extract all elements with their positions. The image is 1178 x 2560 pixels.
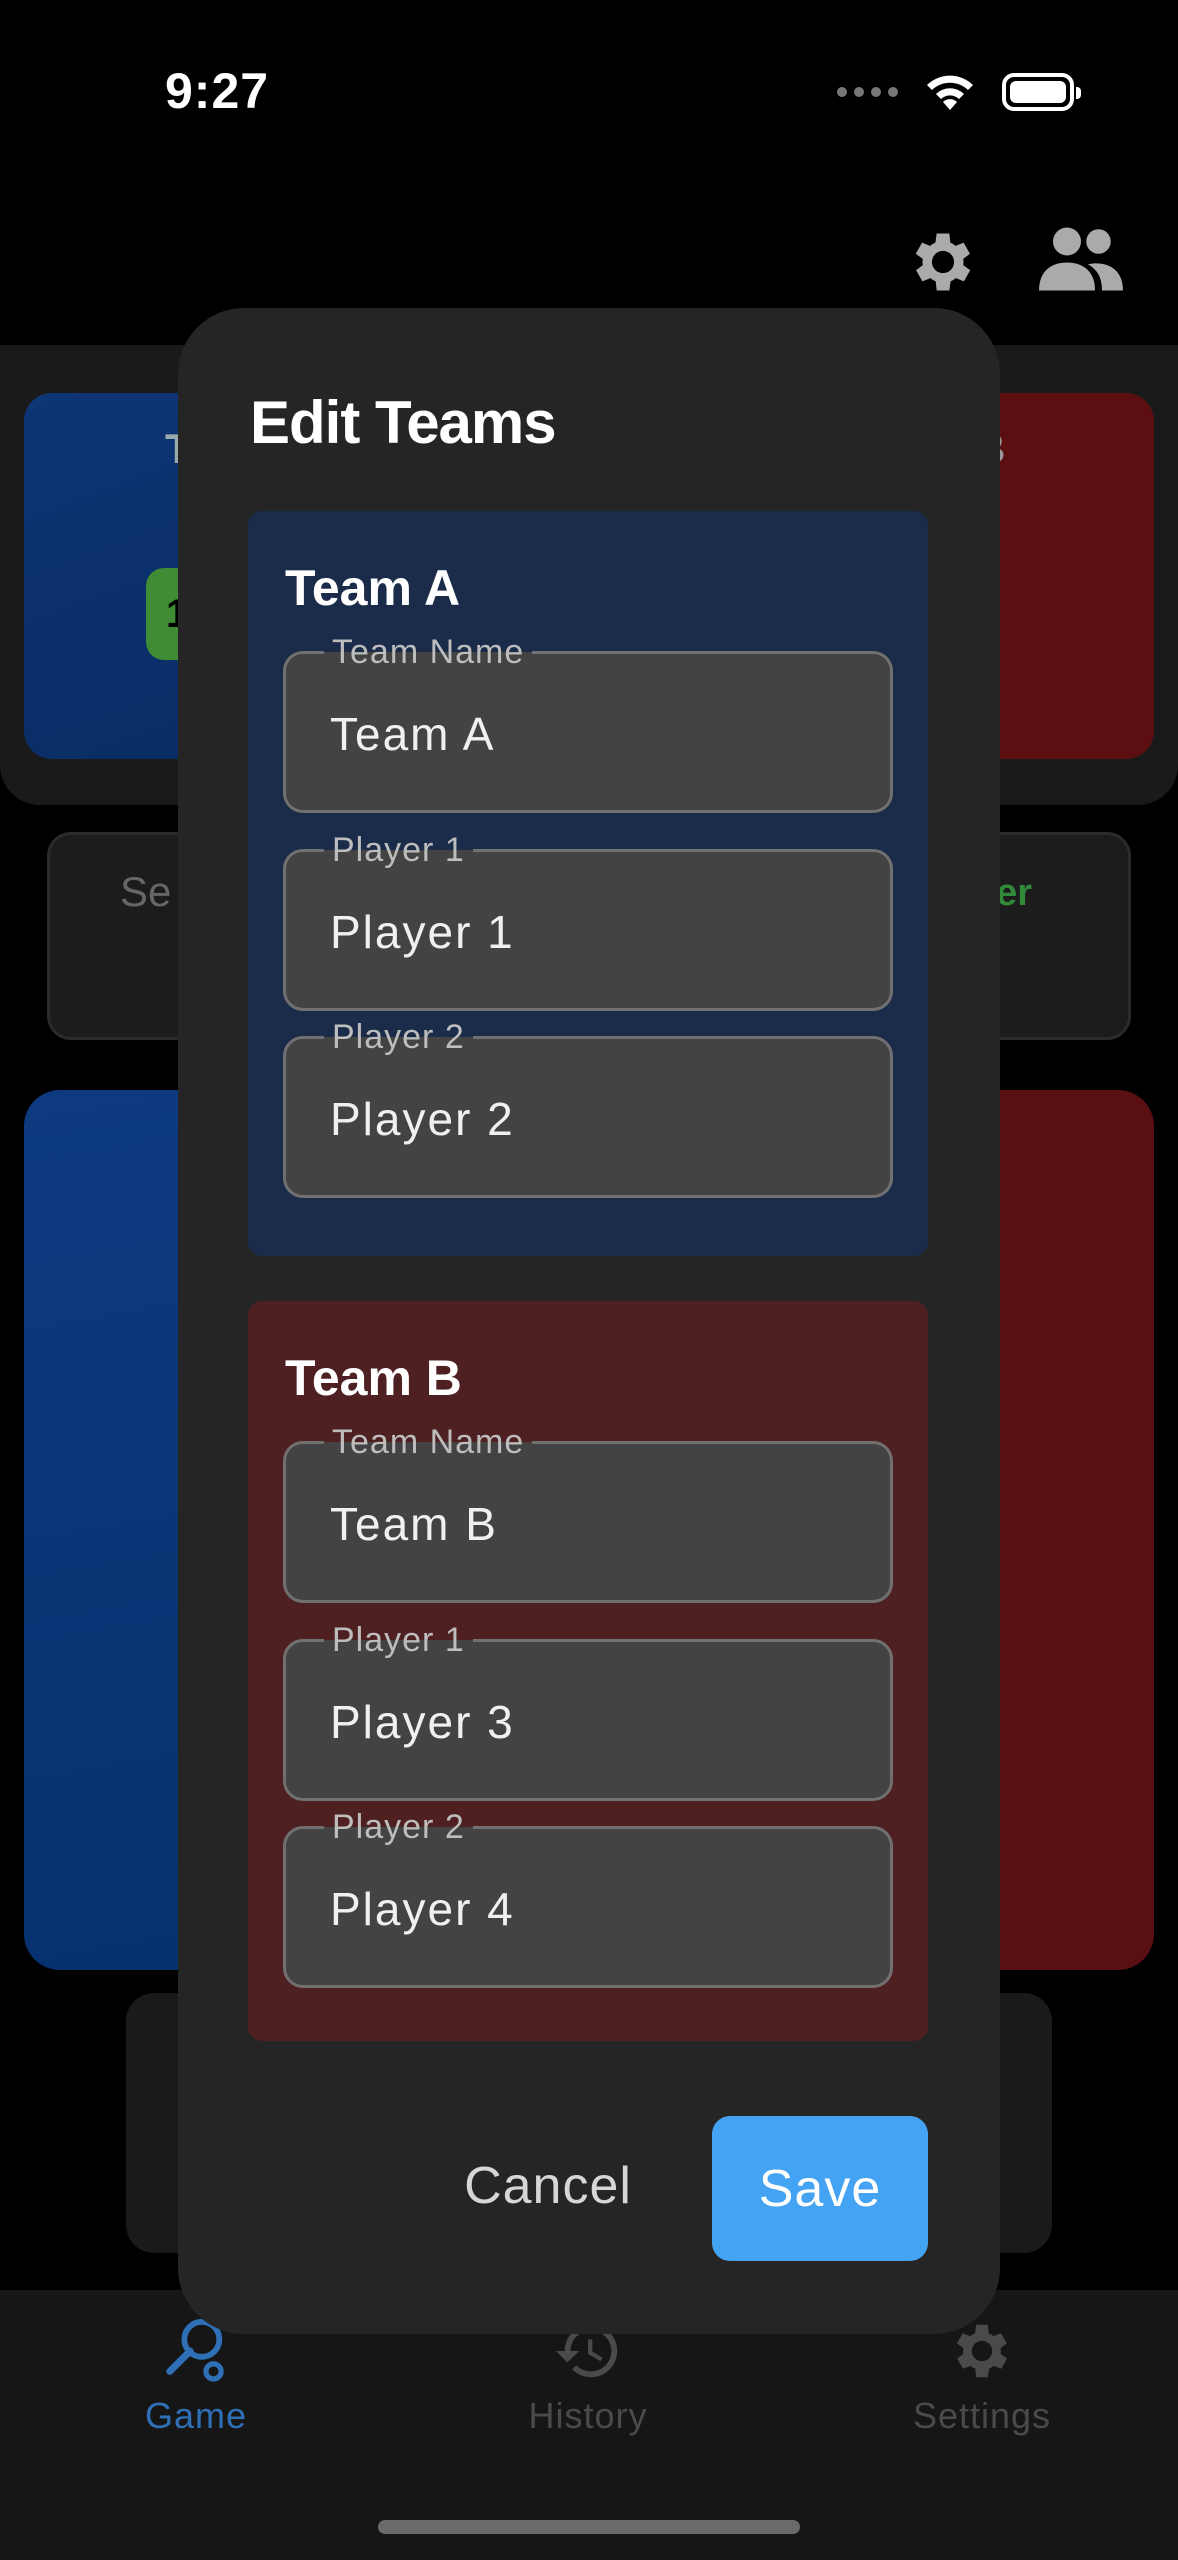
home-indicator[interactable] bbox=[378, 2520, 800, 2534]
people-icon[interactable] bbox=[1035, 224, 1127, 294]
field-label: Player 2 bbox=[324, 1807, 473, 1847]
team-a-player2-field[interactable]: Player 2 bbox=[283, 1017, 893, 1198]
edit-teams-dialog: Edit Teams Team A Team Name Player 1 Pla… bbox=[178, 308, 1000, 2334]
team-b-player1-field[interactable]: Player 1 bbox=[283, 1620, 893, 1801]
battery-icon bbox=[1002, 73, 1081, 111]
team-a-player1-input[interactable] bbox=[330, 900, 850, 964]
field-label: Player 1 bbox=[324, 1620, 473, 1660]
team-b-heading: Team B bbox=[285, 1350, 462, 1406]
nav-item-history[interactable]: History bbox=[468, 2316, 708, 2437]
status-icons bbox=[837, 72, 1081, 112]
team-a-card: Team A Team Name Player 1 Player 2 bbox=[248, 511, 928, 1256]
team-b-name-field[interactable]: Team Name bbox=[283, 1422, 893, 1603]
field-label: Player 2 bbox=[324, 1017, 473, 1057]
field-label: Player 1 bbox=[324, 830, 473, 870]
team-a-name-input[interactable] bbox=[330, 702, 850, 766]
team-b-name-input[interactable] bbox=[330, 1492, 850, 1556]
team-b-player2-input[interactable] bbox=[330, 1877, 850, 1941]
dialog-title: Edit Teams bbox=[250, 389, 557, 456]
gear-icon[interactable] bbox=[905, 224, 981, 300]
status-time: 9:27 bbox=[165, 63, 270, 119]
nav-label-history: History bbox=[528, 2395, 648, 2436]
nav-label-settings: Settings bbox=[912, 2395, 1052, 2436]
team-a-heading: Team A bbox=[285, 560, 461, 616]
team-b-player1-input[interactable] bbox=[330, 1690, 850, 1754]
save-button[interactable]: Save bbox=[712, 2116, 928, 2261]
team-a-player1-field[interactable]: Player 1 bbox=[283, 830, 893, 1011]
field-label: Team Name bbox=[324, 632, 533, 672]
team-a-name-field[interactable]: Team Name bbox=[283, 632, 893, 813]
team-b-player2-field[interactable]: Player 2 bbox=[283, 1807, 893, 1988]
team-b-card: Team B Team Name Player 1 Player 2 bbox=[248, 1301, 928, 2041]
nav-item-game[interactable]: Game bbox=[76, 2316, 316, 2437]
cancel-button[interactable]: Cancel bbox=[448, 2116, 648, 2256]
nav-item-settings[interactable]: Settings bbox=[862, 2316, 1102, 2437]
field-label: Team Name bbox=[324, 1422, 533, 1462]
cellular-dots-icon bbox=[837, 87, 898, 97]
serve-label: Se bbox=[120, 868, 172, 915]
team-a-player2-input[interactable] bbox=[330, 1087, 850, 1151]
nav-label-game: Game bbox=[144, 2395, 248, 2436]
wifi-icon bbox=[927, 75, 973, 110]
